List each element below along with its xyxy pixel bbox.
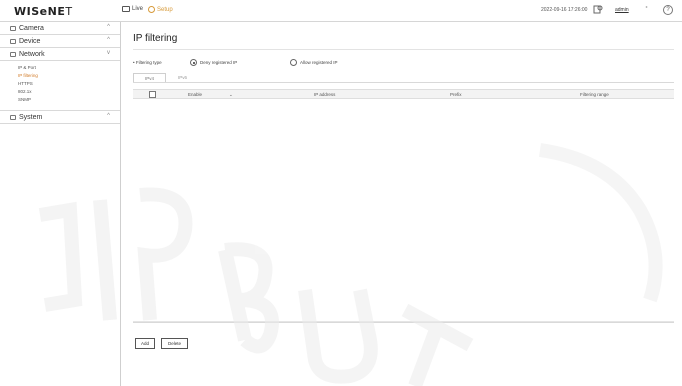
camera-icon bbox=[10, 25, 16, 31]
setup-label: Setup bbox=[157, 6, 173, 13]
filtering-type-row: • Filtering type Deny registered IP Allo… bbox=[133, 59, 674, 69]
top-bar: WISeNET Live Setup 2022-09-16 17:26:00 a… bbox=[0, 0, 682, 22]
delete-button[interactable]: Delete bbox=[161, 338, 188, 349]
radio-deny-label: Deny registered IP bbox=[200, 60, 238, 65]
gear-icon bbox=[148, 6, 155, 13]
user-account-link[interactable]: admin bbox=[615, 7, 629, 13]
sidebar-item-label: Device bbox=[19, 37, 41, 45]
wisenet-logo: WISeNET bbox=[14, 5, 73, 18]
ip-filter-table-body bbox=[133, 99, 674, 322]
live-label: Live bbox=[132, 6, 144, 12]
submenu-item-8021x[interactable]: 802.1x bbox=[0, 88, 120, 96]
sidebar-item-system[interactable]: System ^ bbox=[0, 111, 120, 124]
column-header-enable: Enable bbox=[188, 92, 203, 97]
sort-arrow-icon[interactable]: ⌄ bbox=[229, 92, 233, 98]
radio-deny-registered-ip[interactable]: Deny registered IP bbox=[190, 59, 237, 66]
system-icon bbox=[10, 114, 16, 120]
network-submenu: IP & Port IP filtering HTTPS 802.1x SNMP bbox=[0, 61, 120, 111]
submenu-item-ip-filtering[interactable]: IP filtering bbox=[0, 72, 120, 80]
page-title: IP filtering bbox=[133, 33, 178, 44]
radio-allow-registered-ip[interactable]: Allow registered IP bbox=[290, 59, 338, 66]
network-icon bbox=[10, 51, 16, 57]
datetime-display: 2022-09-16 17:26:00 bbox=[541, 7, 588, 13]
table-header: Enable ⌄ IP address Prefix Filtering ran… bbox=[133, 89, 674, 99]
user-dropdown-caret[interactable]: ⁺ bbox=[645, 5, 648, 12]
chevron-up-icon: ^ bbox=[107, 24, 110, 30]
sidebar: Camera ^ Device ^ Network v IP & Port IP… bbox=[0, 22, 121, 386]
column-header-ip-address: IP address bbox=[314, 92, 336, 97]
filtering-type-label: • Filtering type bbox=[133, 60, 162, 65]
sidebar-item-camera[interactable]: Camera ^ bbox=[0, 22, 120, 35]
live-nav-link[interactable]: Live bbox=[122, 6, 143, 12]
setup-nav-link[interactable]: Setup bbox=[148, 6, 173, 13]
sidebar-item-label: Camera bbox=[19, 24, 44, 32]
column-header-filtering-range: Filtering range bbox=[580, 92, 609, 97]
table-bottom-divider bbox=[133, 322, 674, 323]
chevron-up-icon: ^ bbox=[107, 113, 110, 119]
chevron-up-icon: ^ bbox=[107, 37, 110, 43]
title-divider bbox=[133, 49, 674, 50]
submenu-item-ip-port[interactable]: IP & Port bbox=[0, 64, 120, 72]
radio-selected-icon bbox=[190, 59, 197, 66]
main-content: IP filtering • Filtering type Deny regis… bbox=[121, 22, 682, 386]
submenu-item-snmp[interactable]: SNMP bbox=[0, 96, 120, 104]
profile-icon[interactable] bbox=[593, 4, 604, 15]
help-icon[interactable]: ? bbox=[663, 5, 673, 15]
radio-unselected-icon bbox=[290, 59, 297, 66]
tab-divider bbox=[133, 82, 674, 83]
radio-allow-label: Allow registered IP bbox=[300, 60, 338, 65]
device-icon bbox=[10, 38, 16, 44]
sidebar-item-label: Network bbox=[19, 50, 45, 58]
column-header-prefix: Prefix bbox=[450, 92, 462, 97]
sidebar-item-label: System bbox=[19, 113, 43, 121]
sidebar-item-device[interactable]: Device ^ bbox=[0, 35, 120, 48]
monitor-icon bbox=[122, 6, 130, 12]
chevron-down-icon: v bbox=[107, 50, 110, 56]
submenu-item-https[interactable]: HTTPS bbox=[0, 80, 120, 88]
select-all-checkbox[interactable] bbox=[149, 91, 156, 98]
sidebar-item-network[interactable]: Network v bbox=[0, 48, 120, 61]
add-button[interactable]: Add bbox=[135, 338, 155, 349]
